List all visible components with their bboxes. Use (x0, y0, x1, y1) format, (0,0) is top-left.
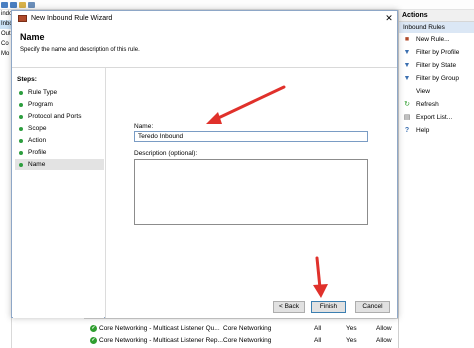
step-scope[interactable]: Scope (15, 123, 104, 134)
step-label: Profile (28, 149, 47, 156)
steps-label: Steps: (17, 76, 37, 83)
filter-icon: ▼ (403, 75, 411, 82)
rule-name: Core Networking - Multicast Listener Rep… (99, 337, 223, 344)
rule-action: Allow (376, 337, 392, 344)
step-dot-icon (19, 114, 23, 119)
wizard-content: Name: Description (optional): < Back Fin… (105, 68, 397, 318)
page-subtitle: Specify the name and description of this… (20, 47, 140, 53)
step-dot-icon (19, 102, 23, 107)
finish-button[interactable]: Finish (311, 301, 346, 313)
action-view[interactable]: View (399, 85, 474, 98)
wizard-title: New Inbound Rule Wizard (31, 15, 113, 22)
rule-enabled: Yes (346, 337, 357, 344)
enabled-check-icon: ✓ (90, 325, 97, 332)
action-label: Filter by Profile (416, 49, 460, 56)
step-action[interactable]: Action (15, 135, 104, 146)
action-new-rule[interactable]: ■ New Rule... (399, 33, 474, 46)
action-filter-by-profile[interactable]: ▼ Filter by Profile (399, 46, 474, 59)
action-label: Export List... (416, 114, 453, 121)
step-profile[interactable]: Profile (15, 147, 104, 158)
page-title: Name (20, 32, 45, 42)
action-refresh[interactable]: ↻ Refresh (399, 98, 474, 111)
step-dot-icon (19, 90, 23, 95)
refresh-icon: ↻ (404, 101, 410, 108)
action-label: Filter by Group (416, 75, 459, 82)
properties-icon[interactable] (28, 2, 35, 8)
wizard-header: Name Specify the name and description of… (12, 26, 397, 68)
forward-icon[interactable] (10, 2, 17, 8)
step-program[interactable]: Program (15, 99, 104, 110)
action-filter-by-group[interactable]: ▼ Filter by Group (399, 72, 474, 85)
rule-enabled: Yes (346, 325, 357, 332)
table-row[interactable]: ✓ Core Networking - Multicast Listener R… (84, 335, 398, 346)
step-label: Program (28, 101, 53, 108)
steps-panel: Steps: Rule Type Program Protocol and Po… (13, 68, 104, 318)
filter-icon: ▼ (403, 49, 411, 56)
back-icon[interactable] (1, 2, 8, 8)
step-label: Scope (28, 125, 47, 132)
step-dot-icon (19, 162, 23, 167)
rule-profile: All (314, 337, 322, 344)
export-icon: ▤ (403, 114, 411, 121)
new-rule-icon: ■ (404, 36, 410, 43)
step-dot-icon (19, 126, 23, 131)
description-label: Description (optional): (134, 150, 198, 157)
actions-section-inbound-rules[interactable]: Inbound Rules (399, 22, 474, 33)
action-label: Help (416, 127, 430, 134)
rule-group: Core Networking (223, 325, 272, 332)
rule-action: Allow (376, 325, 392, 332)
rule-group: Core Networking (223, 337, 272, 344)
actions-header: Actions (399, 10, 474, 22)
table-row[interactable]: ✓ Core Networking - Multicast Listener Q… (84, 323, 398, 334)
action-label: Refresh (416, 101, 439, 108)
action-label: New Rule... (416, 36, 450, 43)
step-label: Action (28, 137, 47, 144)
step-label: Protocol and Ports (28, 113, 82, 120)
action-label: Filter by State (416, 62, 457, 69)
step-dot-icon (19, 150, 23, 155)
help-icon: ? (404, 127, 410, 134)
action-export-list[interactable]: ▤ Export List... (399, 111, 474, 124)
mmc-toolbar (0, 0, 474, 10)
folder-icon[interactable] (19, 2, 26, 8)
close-icon[interactable]: ✕ (384, 11, 394, 26)
step-label: Name (28, 161, 46, 168)
filter-icon: ▼ (403, 62, 411, 69)
name-label: Name: (134, 123, 154, 130)
name-input[interactable] (134, 131, 368, 142)
enabled-check-icon: ✓ (90, 337, 97, 344)
rules-list: ✓ Core Networking - Multicast Listener Q… (84, 318, 398, 348)
step-dot-icon (19, 138, 23, 143)
cancel-button[interactable]: Cancel (355, 301, 390, 313)
new-inbound-rule-wizard: New Inbound Rule Wizard ✕ Name Specify t… (11, 10, 398, 318)
description-textarea[interactable] (134, 159, 368, 225)
step-protocol-and-ports[interactable]: Protocol and Ports (15, 111, 104, 122)
rule-name: Core Networking - Multicast Listener Qu.… (99, 325, 220, 332)
firewall-icon (18, 15, 27, 22)
step-name[interactable]: Name (15, 159, 104, 170)
action-help[interactable]: ? Help (399, 124, 474, 137)
step-rule-type[interactable]: Rule Type (15, 87, 104, 98)
rule-profile: All (314, 325, 322, 332)
back-button[interactable]: < Back (273, 301, 305, 313)
action-label: View (416, 88, 430, 95)
wizard-titlebar[interactable]: New Inbound Rule Wizard ✕ (12, 11, 397, 26)
action-filter-by-state[interactable]: ▼ Filter by State (399, 59, 474, 72)
step-label: Rule Type (28, 89, 58, 96)
actions-pane: Actions Inbound Rules ■ New Rule... ▼ Fi… (398, 10, 474, 348)
